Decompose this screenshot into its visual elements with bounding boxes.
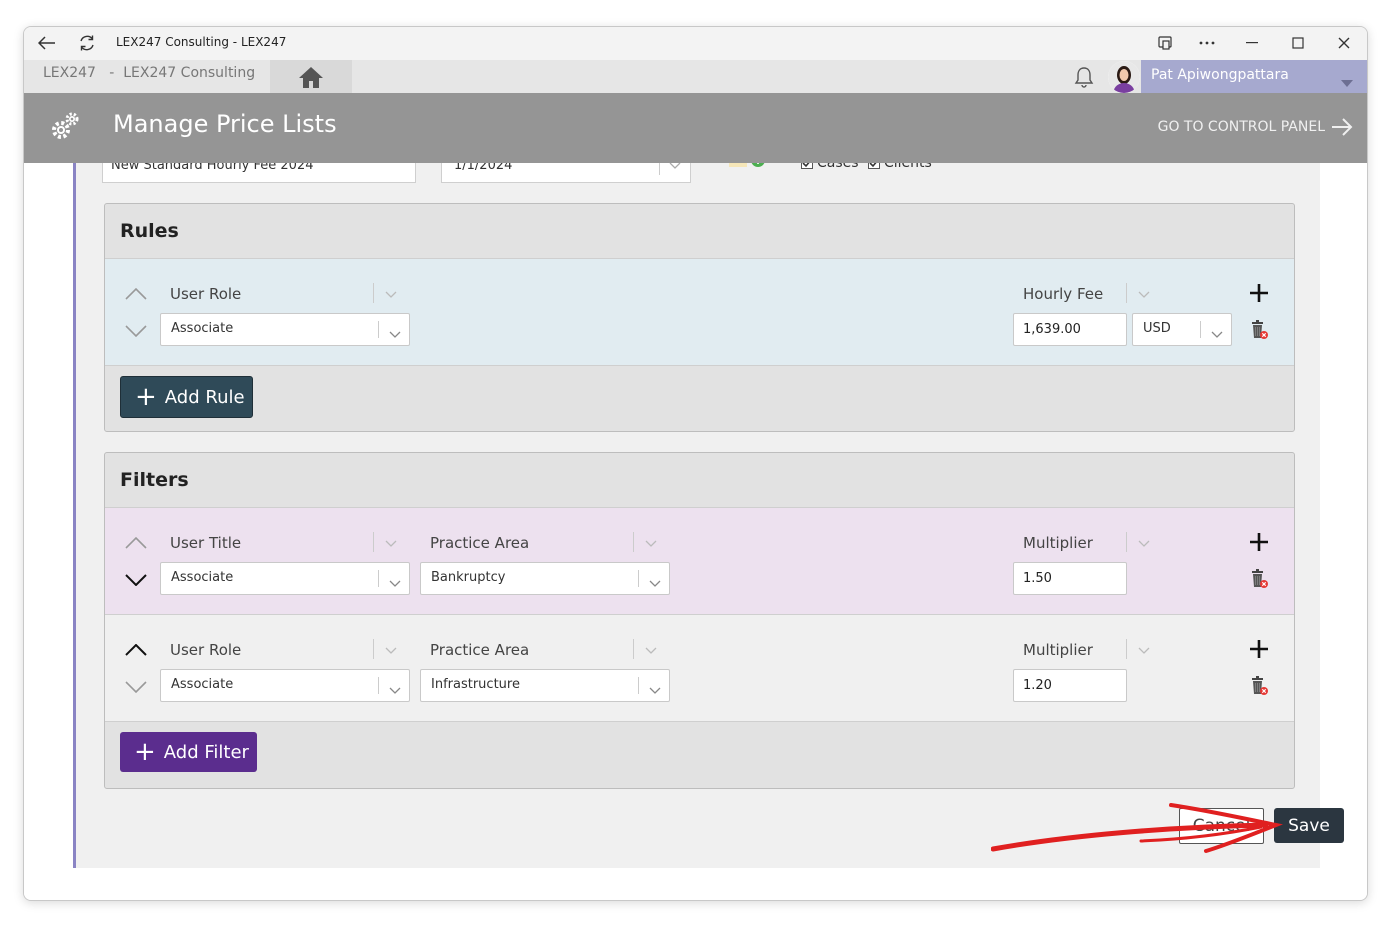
multiplier-input[interactable]: 1.50 bbox=[1013, 562, 1127, 595]
move-down-icon[interactable] bbox=[125, 324, 147, 338]
avatar[interactable] bbox=[1108, 61, 1140, 93]
chevron-down-icon bbox=[389, 323, 401, 342]
chevron-down-icon bbox=[389, 572, 401, 591]
chevron-down-icon[interactable] bbox=[384, 289, 398, 299]
go-to-control-panel-link[interactable]: GO TO CONTROL PANEL bbox=[1158, 118, 1353, 136]
refresh-icon[interactable] bbox=[76, 32, 98, 54]
chevron-down-icon[interactable] bbox=[1137, 538, 1151, 548]
chevron-down-icon bbox=[1341, 72, 1353, 91]
move-up-icon[interactable] bbox=[125, 287, 147, 301]
move-up-icon[interactable] bbox=[125, 643, 147, 657]
chevron-down-icon[interactable] bbox=[384, 645, 398, 655]
applies-to-cases-checkbox[interactable]: Cases bbox=[801, 163, 859, 171]
more-options-icon[interactable] bbox=[1196, 32, 1218, 54]
filters-panel-header: Filters bbox=[105, 453, 1294, 508]
rules-title: Rules bbox=[120, 220, 179, 242]
rule-field-label: User Role bbox=[170, 285, 242, 303]
filter-field2-dropdown[interactable]: Infrastructure bbox=[420, 669, 670, 702]
rule-value-label: Hourly Fee bbox=[1023, 285, 1104, 303]
chevron-down-icon[interactable] bbox=[644, 538, 658, 548]
rules-panel-header: Rules bbox=[105, 204, 1294, 259]
filter-field2-dropdown[interactable]: Bankruptcy bbox=[420, 562, 670, 595]
rules-panel: Rules User Role Associate Hourly Fee 1,6… bbox=[104, 203, 1295, 432]
notification-bell-icon[interactable] bbox=[1072, 65, 1096, 93]
chevron-down-icon[interactable] bbox=[384, 538, 398, 548]
plus-icon: + bbox=[134, 737, 156, 767]
move-down-icon[interactable] bbox=[125, 573, 147, 587]
hourly-fee-input[interactable]: 1,639.00 bbox=[1013, 313, 1127, 346]
price-list-card: New Standard Hourly Fee 2024 1/1/2024 Ca… bbox=[73, 163, 1344, 868]
filter-row: User Role Associate Practice Area Infras… bbox=[105, 615, 1294, 722]
arrow-right-icon bbox=[1332, 118, 1353, 136]
plus-icon: + bbox=[135, 382, 157, 412]
go-to-control-panel-label: GO TO CONTROL PANEL bbox=[1157, 119, 1325, 135]
filter-field1-label: User Role bbox=[170, 641, 242, 659]
checkbox-checked-icon bbox=[868, 163, 880, 169]
app-window: LEX247 Consulting - LEX247 LEX247 - LEX2… bbox=[23, 26, 1368, 901]
chevron-down-icon bbox=[389, 679, 401, 698]
chevron-down-icon bbox=[649, 679, 661, 698]
add-icon[interactable] bbox=[1249, 532, 1269, 552]
filter-field1-label: User Title bbox=[170, 534, 242, 552]
window-title: LEX247 Consulting - LEX247 bbox=[116, 35, 287, 49]
currency-dropdown[interactable]: USD bbox=[1132, 313, 1232, 346]
filters-panel: Filters User Title Associate Practice Ar… bbox=[104, 452, 1295, 789]
filter-value-label: Multiplier bbox=[1023, 534, 1093, 552]
main-content: New Standard Hourly Fee 2024 1/1/2024 Ca… bbox=[24, 163, 1367, 900]
user-name: Pat Apiwongpattara bbox=[1151, 67, 1289, 83]
gears-icon bbox=[50, 109, 82, 147]
add-icon[interactable] bbox=[1249, 283, 1269, 303]
chevron-down-icon bbox=[1211, 323, 1223, 342]
delete-icon[interactable] bbox=[1248, 675, 1270, 697]
title-bar: LEX247 Consulting - LEX247 bbox=[24, 27, 1367, 60]
move-up-icon[interactable] bbox=[125, 536, 147, 550]
chevron-down-icon[interactable] bbox=[1137, 645, 1151, 655]
move-down-icon[interactable] bbox=[125, 680, 147, 694]
checkbox-checked-icon bbox=[801, 163, 813, 169]
annotation-arrow bbox=[991, 803, 1283, 853]
chevron-down-icon[interactable] bbox=[1137, 289, 1151, 299]
filter-field2-label: Practice Area bbox=[430, 641, 530, 659]
cast-icon[interactable] bbox=[1154, 32, 1176, 54]
price-list-date-picker[interactable]: 1/1/2024 bbox=[441, 163, 691, 183]
back-icon[interactable] bbox=[36, 32, 58, 54]
add-filter-button[interactable]: + Add Filter bbox=[120, 732, 257, 772]
close-icon[interactable] bbox=[1333, 32, 1355, 54]
app-bar: LEX247 - LEX247 Consulting Pat Apiwongpa… bbox=[24, 60, 1367, 93]
chevron-down-icon[interactable] bbox=[644, 645, 658, 655]
page-header: Manage Price Lists GO TO CONTROL PANEL bbox=[24, 93, 1367, 163]
rule-field-dropdown[interactable]: Associate bbox=[160, 313, 410, 346]
home-icon bbox=[299, 66, 323, 88]
maximize-icon[interactable] bbox=[1287, 32, 1309, 54]
user-menu[interactable]: Pat Apiwongpattara bbox=[1141, 60, 1367, 93]
filter-field1-dropdown[interactable]: Associate bbox=[160, 562, 410, 595]
rule-row: User Role Associate Hourly Fee 1,639.00 … bbox=[105, 259, 1294, 366]
multiplier-input[interactable]: 1.20 bbox=[1013, 669, 1127, 702]
delete-icon[interactable] bbox=[1248, 568, 1270, 590]
filter-field2-label: Practice Area bbox=[430, 534, 530, 552]
filter-value-label: Multiplier bbox=[1023, 641, 1093, 659]
add-icon[interactable] bbox=[1249, 639, 1269, 659]
breadcrumb: LEX247 - LEX247 Consulting bbox=[43, 65, 256, 81]
price-list-name-input[interactable]: New Standard Hourly Fee 2024 bbox=[102, 163, 416, 183]
filter-row: User Title Associate Practice Area Bankr… bbox=[105, 508, 1294, 615]
filter-field1-dropdown[interactable]: Associate bbox=[160, 669, 410, 702]
page-title: Manage Price Lists bbox=[113, 110, 337, 138]
chevron-down-icon bbox=[649, 572, 661, 591]
add-item-icon[interactable] bbox=[726, 163, 766, 175]
filters-title: Filters bbox=[120, 469, 189, 491]
home-tab[interactable] bbox=[270, 60, 352, 93]
minimize-icon[interactable] bbox=[1241, 32, 1263, 54]
add-rule-button[interactable]: + Add Rule bbox=[120, 376, 253, 418]
delete-icon[interactable] bbox=[1248, 319, 1270, 341]
applies-to-clients-checkbox[interactable]: Clients bbox=[868, 163, 932, 171]
